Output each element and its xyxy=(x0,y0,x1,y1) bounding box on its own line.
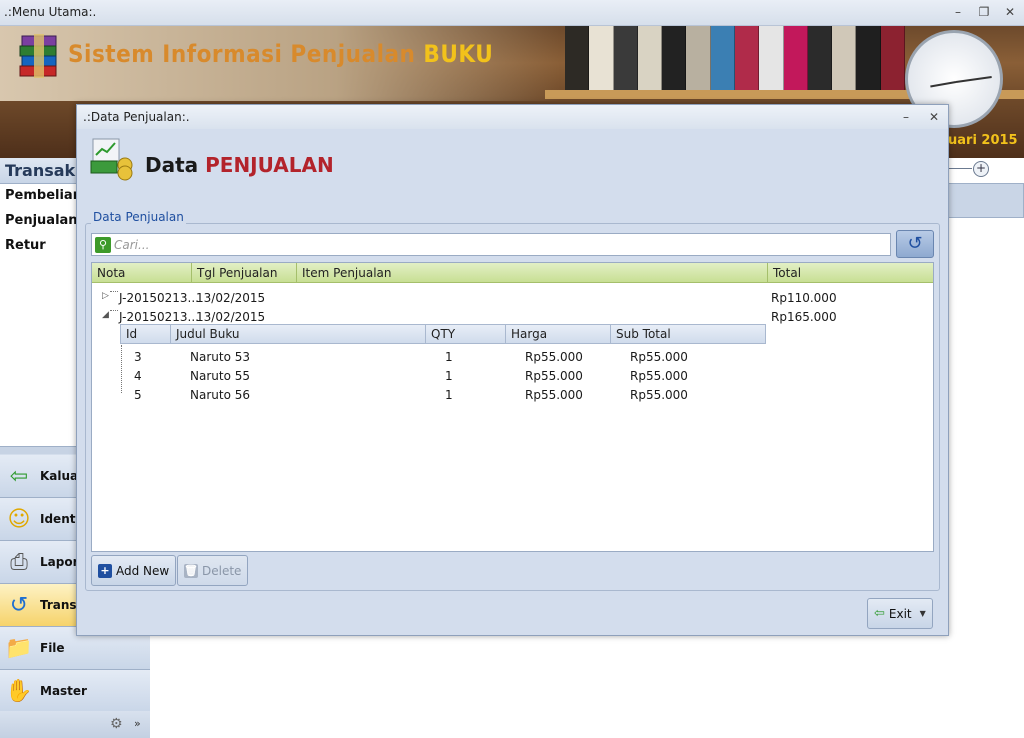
trash-icon: 🗑 xyxy=(184,563,198,578)
detail-column-id[interactable]: Id xyxy=(121,325,171,343)
column-header-item-penjualan[interactable]: Item Penjualan xyxy=(297,263,768,283)
app-title-highlight: BUKU xyxy=(423,40,494,68)
detail-column-qty[interactable]: QTY xyxy=(426,325,506,343)
detail-cell-qty: 1 xyxy=(445,388,453,402)
detail-cell-subtotal: Rp55.000 xyxy=(630,350,688,364)
cell-total: Rp165.000 xyxy=(771,310,837,324)
minimize-icon[interactable]: – xyxy=(950,4,966,20)
smiley-icon: ☺ xyxy=(7,506,31,532)
detail-grid-header: Id Judul Buku QTY Harga Sub Total xyxy=(120,324,766,344)
expand-row-icon[interactable]: ▷ xyxy=(102,291,109,301)
nav-master-label: Master xyxy=(40,684,87,698)
books-stack-logo-icon xyxy=(19,34,57,78)
exit-door-icon: ⇦ xyxy=(874,606,885,621)
main-title-bar: .:Menu Utama:. – ❐ ✕ xyxy=(0,0,1024,26)
tree-connector xyxy=(110,291,118,292)
exit-button[interactable]: ⇦ Exit ▼ xyxy=(867,598,933,629)
detail-cell-harga: Rp55.000 xyxy=(525,388,583,402)
penjualan-grid: Nota Tgl Penjualan Item Penjualan Total … xyxy=(91,262,934,552)
detail-cell-judul: Naruto 56 xyxy=(190,388,250,402)
refresh-button[interactable]: ↺ xyxy=(896,230,934,258)
restore-icon[interactable]: ❐ xyxy=(976,4,992,20)
dropdown-arrow-icon[interactable]: ▼ xyxy=(920,609,926,618)
exit-label: Exit xyxy=(888,606,912,621)
dialog-close-icon[interactable]: ✕ xyxy=(926,109,942,125)
dialog-minimize-icon[interactable]: – xyxy=(898,109,914,125)
data-penjualan-dialog: .:Data Penjualan:. – ✕ Data PENJUALAN Da… xyxy=(76,104,949,636)
dialog-header-title-main: Data xyxy=(145,153,199,177)
close-icon[interactable]: ✕ xyxy=(1002,4,1018,20)
main-window-title: .:Menu Utama:. xyxy=(4,5,97,19)
cell-tgl-penjualan: 13/02/2015 xyxy=(196,310,266,324)
search-input[interactable] xyxy=(114,236,884,254)
detail-column-harga[interactable]: Harga xyxy=(506,325,611,343)
add-new-label: Add New xyxy=(116,563,170,578)
grid-header: Nota Tgl Penjualan Item Penjualan Total xyxy=(92,263,933,283)
hand-icon: ✋ xyxy=(5,678,33,704)
detail-cell-judul: Naruto 55 xyxy=(190,369,250,383)
cell-nota: J-20150213... xyxy=(119,310,199,324)
app-title: Sistem Informasi Penjualan BUKU xyxy=(68,40,493,68)
detail-cell-id: 4 xyxy=(134,369,142,383)
detail-cell-id: 5 xyxy=(134,388,142,402)
detail-column-sub-total[interactable]: Sub Total xyxy=(611,325,765,343)
table-row[interactable]: ▷ J-20150213... 13/02/2015 Rp110.000 xyxy=(92,288,933,307)
detail-cell-harga: Rp55.000 xyxy=(525,350,583,364)
main-window-controls: – ❐ ✕ xyxy=(950,4,1018,20)
detail-cell-id: 3 xyxy=(134,350,142,364)
cell-total: Rp110.000 xyxy=(771,291,837,305)
sidebar-footer: ⚙ » xyxy=(0,711,150,738)
printer-icon: ⎙ xyxy=(10,549,28,575)
dialog-header-title-accent: PENJUALAN xyxy=(205,153,334,177)
zoom-in-icon[interactable]: + xyxy=(973,161,989,177)
zoom-slider-track[interactable] xyxy=(948,168,972,169)
nav-file-label: File xyxy=(40,641,65,655)
detail-cell-judul: Naruto 53 xyxy=(190,350,250,364)
nav-master[interactable]: ✋ Master xyxy=(0,670,150,713)
chevron-right-icon[interactable]: » xyxy=(134,717,141,730)
detail-row[interactable]: 3 Naruto 53 1 Rp55.000 Rp55.000 xyxy=(120,347,766,366)
delete-button[interactable]: 🗑 Delete xyxy=(177,555,249,586)
detail-column-judul-buku[interactable]: Judul Buku xyxy=(171,325,426,343)
folder-icon: 📁 xyxy=(5,635,33,661)
collapse-row-icon[interactable]: ◢ xyxy=(102,310,109,320)
detail-cell-harga: Rp55.000 xyxy=(525,369,583,383)
detail-cell-qty: 1 xyxy=(445,350,453,364)
column-header-total[interactable]: Total xyxy=(768,263,933,283)
cell-nota: J-20150213... xyxy=(119,291,199,305)
background-panel-tab xyxy=(948,183,1024,218)
refresh-icon: ↺ xyxy=(907,233,923,254)
group-label: Data Penjualan xyxy=(91,210,186,224)
sales-money-icon xyxy=(90,138,133,181)
dialog-controls: – ✕ xyxy=(898,109,942,125)
dialog-header-title: Data PENJUALAN xyxy=(145,153,334,177)
delete-label: Delete xyxy=(202,563,242,578)
detail-row[interactable]: 4 Naruto 55 1 Rp55.000 Rp55.000 xyxy=(120,366,766,385)
gear-icon[interactable]: ⚙ xyxy=(110,716,123,732)
detail-cell-qty: 1 xyxy=(445,369,453,383)
detail-row[interactable]: 5 Naruto 56 1 Rp55.000 Rp55.000 xyxy=(120,385,766,404)
plus-icon: + xyxy=(98,563,112,578)
app-title-main: Sistem Informasi Penjualan xyxy=(68,40,416,68)
cell-tgl-penjualan: 13/02/2015 xyxy=(196,291,266,305)
search-box: ⚲ xyxy=(91,233,891,256)
add-new-button[interactable]: + Add New xyxy=(91,555,177,586)
refresh-arrows-icon: ↺ xyxy=(9,592,29,618)
dialog-title: .:Data Penjualan:. xyxy=(83,110,190,124)
banner-date: uari 2015 xyxy=(948,133,1018,148)
search-icon: ⚲ xyxy=(95,237,111,253)
tree-connector xyxy=(110,310,118,311)
dialog-title-bar[interactable]: .:Data Penjualan:. – ✕ xyxy=(77,105,948,129)
bookshelf-image xyxy=(565,26,905,92)
detail-cell-subtotal: Rp55.000 xyxy=(630,388,688,402)
exit-door-icon: ⇦ xyxy=(9,463,29,489)
column-header-nota[interactable]: Nota xyxy=(92,263,192,283)
column-header-tgl-penjualan[interactable]: Tgl Penjualan xyxy=(192,263,297,283)
detail-cell-subtotal: Rp55.000 xyxy=(630,369,688,383)
